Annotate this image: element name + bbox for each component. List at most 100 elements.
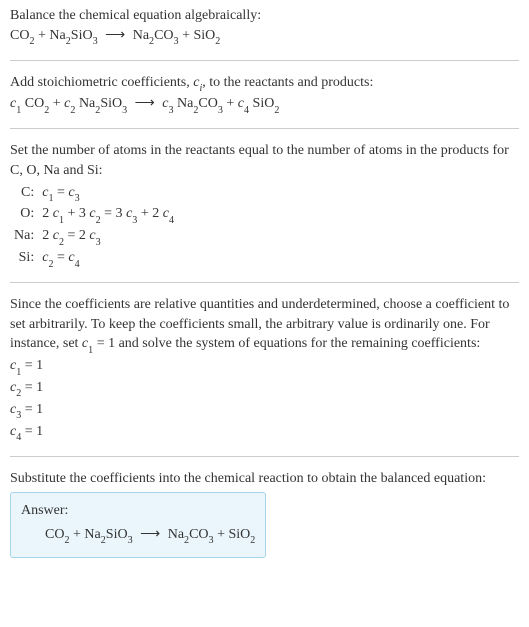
plus: + (179, 28, 194, 43)
subscript: 3 (174, 36, 179, 47)
text: SiO (193, 28, 215, 43)
text: SiO (106, 527, 128, 542)
coeff-value-4: c4 = 1 (10, 422, 519, 444)
subscript: 4 (244, 105, 249, 116)
subscript: 2 (193, 105, 198, 116)
section-balance: Balance the chemical equation algebraica… (10, 6, 519, 48)
element-label: Si: (10, 248, 38, 270)
subscript: 2 (95, 105, 100, 116)
species-sio2: SiO2 (193, 28, 220, 43)
species-na2sio3: Na2SiO3 (49, 28, 97, 43)
text: Na (84, 527, 100, 542)
subscript: 4 (75, 259, 80, 270)
text: CO (25, 96, 44, 111)
var-i: i (199, 83, 202, 94)
text: + 3 (64, 206, 89, 221)
row-Na: Na: 2 c2 = 2 c3 (10, 226, 178, 248)
row-O: O: 2 c1 + 3 c2 = 3 c3 + 2 c4 (10, 204, 178, 226)
divider (10, 456, 519, 457)
coeff-value-3: c3 = 1 (10, 400, 519, 422)
element-equation: 2 c1 + 3 c2 = 3 c3 + 2 c4 (38, 204, 178, 226)
section-coefficients: Add stoichiometric coefficients, ci, to … (10, 73, 519, 117)
subscript: 3 (132, 215, 137, 226)
subscript: 3 (96, 237, 101, 248)
species-na2sio3: Na2SiO3 (84, 527, 132, 542)
subscript: 1 (48, 193, 53, 204)
element-equation: 2 c2 = 2 c3 (38, 226, 178, 248)
subscript: 2 (70, 105, 75, 116)
divider (10, 282, 519, 283)
section-solve: Since the coefficients are relative quan… (10, 295, 519, 444)
subscript: 4 (16, 432, 21, 443)
element-label: O: (10, 204, 38, 226)
species-co2: CO2 (10, 28, 35, 43)
text: CO (154, 28, 173, 43)
answer-label: Answer: (21, 501, 255, 521)
subscript: 2 (29, 36, 34, 47)
divider (10, 128, 519, 129)
subscript: 2 (16, 388, 21, 399)
text: Na (79, 96, 95, 111)
text: = 1 (21, 358, 43, 373)
species-na2sio3: Na2SiO3 (79, 96, 127, 111)
section-atom-balance: Set the number of atoms in the reactants… (10, 141, 519, 270)
balanced-equation: CO2 + Na2SiO3 ⟶ Na2CO3 + SiO2 (21, 525, 255, 547)
subscript: 2 (64, 535, 69, 546)
text: SiO (253, 96, 275, 111)
coeff-value-1: c1 = 1 (10, 356, 519, 378)
text: = 2 (64, 228, 89, 243)
text: = 1 and solve the system of equations fo… (93, 336, 480, 351)
subscript: 3 (93, 36, 98, 47)
subscript: 3 (218, 105, 223, 116)
subscript: 1 (59, 215, 64, 226)
species-co2: CO2 (25, 96, 50, 111)
var-c: c (53, 206, 59, 221)
subscript: 4 (169, 215, 174, 226)
var-c: c (89, 228, 95, 243)
text: SiO (100, 96, 122, 111)
text: , to the reactants and products: (202, 75, 373, 90)
text: Add stoichiometric coefficients, (10, 75, 193, 90)
subscript: 2 (215, 36, 220, 47)
subscript: 2 (149, 36, 154, 47)
element-equation: c1 = c3 (38, 183, 178, 205)
element-label: C: (10, 183, 38, 205)
var-c: c (53, 228, 59, 243)
text: SiO (228, 527, 250, 542)
text: Na (133, 28, 149, 43)
subscript: 2 (66, 36, 71, 47)
coeff-instruction: Add stoichiometric coefficients, ci, to … (10, 73, 519, 95)
subscript: 1 (88, 345, 93, 356)
solve-instruction: Since the coefficients are relative quan… (10, 295, 519, 356)
unbalanced-equation: CO2 + Na2SiO3 ⟶ Na2CO3 + SiO2 (10, 26, 519, 48)
text: = 3 (101, 206, 126, 221)
var-c: c (89, 206, 95, 221)
subscript: 2 (184, 535, 189, 546)
subscript: 3 (75, 193, 80, 204)
reaction-arrow-icon: ⟶ (140, 525, 160, 545)
text: CO (45, 527, 64, 542)
species-na2co3: Na2CO3 (177, 96, 223, 111)
atom-balance-instruction: Set the number of atoms in the reactants… (10, 141, 519, 180)
text: Na (168, 527, 184, 542)
text: Na (49, 28, 65, 43)
subscript: 3 (168, 105, 173, 116)
species-co2: CO2 (45, 527, 70, 542)
text: CO (189, 527, 208, 542)
subscript: 3 (122, 105, 127, 116)
coeff-equation: c1 CO2 + c2 Na2SiO3 ⟶ c3 Na2CO3 + c4 SiO… (10, 94, 519, 116)
text: = 1 (21, 380, 43, 395)
subscript: 3 (16, 410, 21, 421)
text: = 1 (21, 402, 43, 417)
text: 2 (42, 206, 53, 221)
subscript: 1 (16, 367, 21, 378)
text: = 1 (21, 424, 43, 439)
text: CO (198, 96, 217, 111)
subscript: 2 (96, 215, 101, 226)
subscript: 3 (209, 535, 214, 546)
balance-instruction: Balance the chemical equation algebraica… (10, 6, 519, 26)
text: CO (10, 28, 29, 43)
subscript: 2 (250, 535, 255, 546)
element-label: Na: (10, 226, 38, 248)
atom-balance-table: C: c1 = c3 O: 2 c1 + 3 c2 = 3 c3 + 2 c4 … (10, 183, 178, 271)
